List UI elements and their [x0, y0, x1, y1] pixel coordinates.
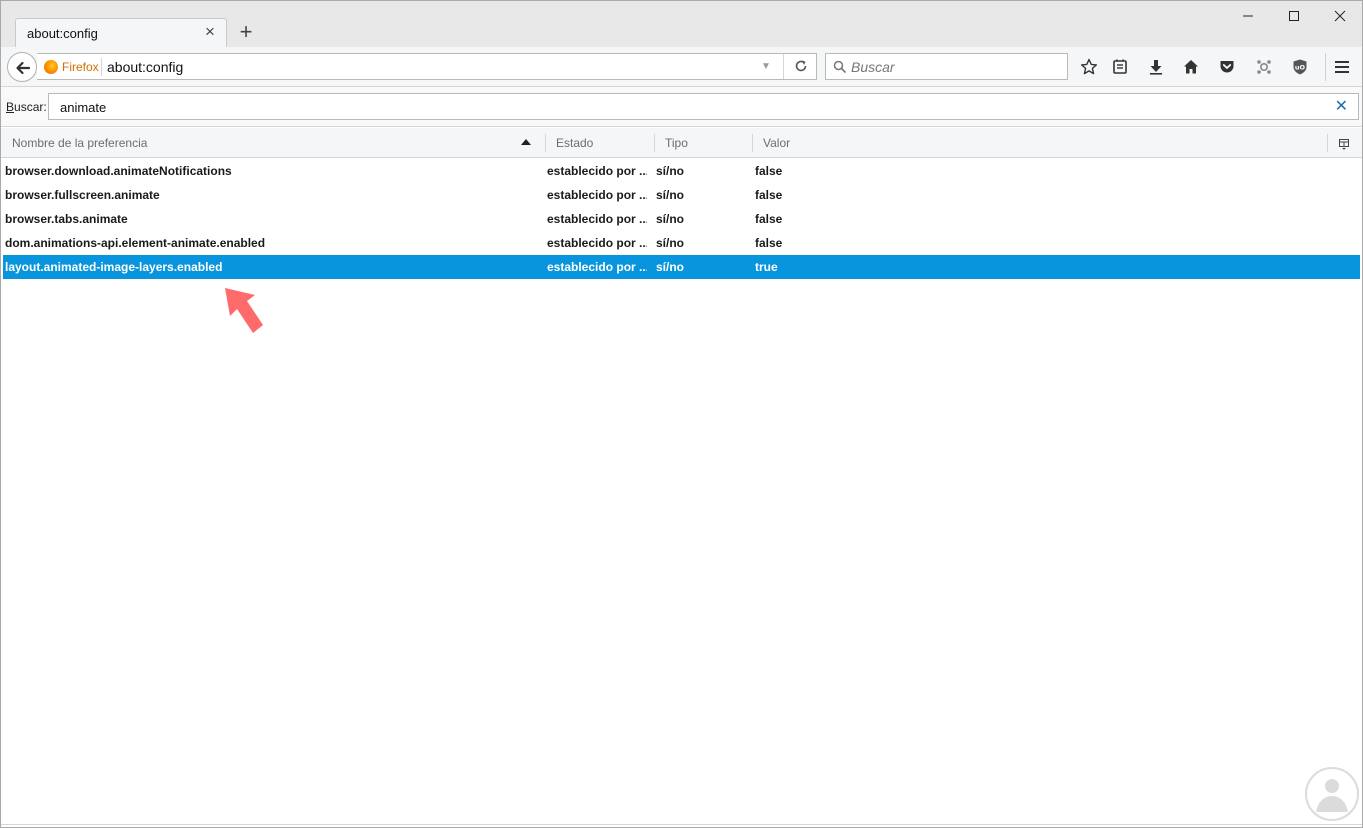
maximize-button[interactable]: [1271, 5, 1317, 29]
preference-type: sí/no: [656, 236, 685, 250]
downloads-icon[interactable]: [1143, 54, 1169, 80]
column-header-name[interactable]: Nombre de la preferencia: [1, 128, 545, 158]
preference-value: false: [755, 164, 783, 178]
reload-button[interactable]: [783, 54, 817, 79]
extension-icon[interactable]: [1251, 54, 1277, 80]
table-row[interactable]: browser.download.animateNotifications es…: [3, 159, 1360, 183]
menu-icon[interactable]: [1329, 54, 1355, 80]
preference-type: sí/no: [656, 188, 685, 202]
web-search-input[interactable]: [851, 57, 1061, 76]
preference-value: false: [755, 188, 783, 202]
close-window-button[interactable]: [1317, 5, 1363, 29]
column-header-row: Nombre de la preferencia Estado Tipo Val…: [1, 128, 1362, 158]
minimize-button[interactable]: [1225, 5, 1271, 29]
preference-state: establecido por ...: [547, 188, 647, 202]
home-icon[interactable]: [1178, 54, 1204, 80]
browser-window: about:config × + Firefox about:config ▼: [0, 0, 1363, 828]
column-header-value[interactable]: Valor: [752, 128, 1327, 158]
identity-label[interactable]: Firefox: [62, 60, 99, 74]
filter-input[interactable]: [60, 98, 1320, 116]
search-icon: [833, 60, 847, 74]
tab-strip: about:config × +: [1, 1, 1362, 47]
annotation-arrow-icon: [225, 288, 263, 333]
url-bar[interactable]: Firefox about:config ▼: [37, 53, 817, 80]
table-row[interactable]: browser.tabs.animate establecido por ...…: [3, 207, 1360, 231]
preference-list: browser.download.animateNotifications es…: [3, 159, 1360, 279]
new-tab-plus-icon[interactable]: +: [235, 21, 257, 43]
tab-about-config[interactable]: about:config ×: [15, 18, 227, 47]
toolbar-separator: [1325, 53, 1326, 81]
pocket-icon[interactable]: [1214, 54, 1240, 80]
preference-value: false: [755, 212, 783, 226]
config-filter-bar: Buscar: ✕: [1, 87, 1362, 127]
tab-close-icon[interactable]: ×: [202, 23, 218, 40]
preference-value: false: [755, 236, 783, 250]
column-header-type[interactable]: Tipo: [654, 128, 752, 158]
table-row[interactable]: dom.animations-api.element-animate.enabl…: [3, 231, 1360, 255]
filter-label: Buscar:: [6, 100, 47, 114]
preference-name: layout.animated-image-layers.enabled: [5, 260, 223, 274]
preference-value: true: [755, 260, 778, 274]
preference-type: sí/no: [656, 164, 685, 178]
ublock-icon[interactable]: uO: [1287, 54, 1313, 80]
table-row-selected[interactable]: layout.animated-image-layers.enabled est…: [3, 255, 1360, 279]
clear-filter-icon[interactable]: ✕: [1335, 98, 1348, 116]
preference-state: establecido por ...: [547, 260, 647, 274]
url-separator: [101, 58, 102, 76]
url-text[interactable]: about:config: [107, 59, 183, 75]
watermark-logo-icon: [1305, 767, 1359, 821]
column-picker-icon[interactable]: [1339, 137, 1349, 150]
preference-name: browser.tabs.animate: [5, 212, 128, 226]
reload-icon: [795, 60, 807, 72]
filter-box[interactable]: ✕: [48, 93, 1359, 120]
preference-state: establecido por ...: [547, 212, 647, 226]
svg-text:uO: uO: [1295, 64, 1306, 72]
preference-name: browser.fullscreen.animate: [5, 188, 160, 202]
firefox-logo-icon: [44, 60, 58, 74]
table-row[interactable]: browser.fullscreen.animate establecido p…: [3, 183, 1360, 207]
back-arrow-icon: [16, 61, 31, 75]
column-divider: [1327, 134, 1328, 152]
preference-state: establecido por ...: [547, 236, 647, 250]
column-header-state[interactable]: Estado: [545, 128, 654, 158]
preference-name: browser.download.animateNotifications: [5, 164, 232, 178]
bottom-border: [1, 824, 1362, 825]
tab-title: about:config: [27, 26, 98, 41]
preference-type: sí/no: [656, 260, 685, 274]
sort-ascending-icon: [521, 139, 531, 145]
web-search-box[interactable]: [825, 53, 1068, 80]
history-dropdown-icon[interactable]: ▼: [761, 58, 771, 76]
reading-list-icon[interactable]: [1107, 54, 1133, 80]
preference-name: dom.animations-api.element-animate.enabl…: [5, 236, 266, 250]
preference-state: establecido por ...: [547, 164, 647, 178]
back-button[interactable]: [7, 52, 37, 82]
bookmark-star-icon[interactable]: [1076, 54, 1102, 80]
preference-type: sí/no: [656, 212, 685, 226]
